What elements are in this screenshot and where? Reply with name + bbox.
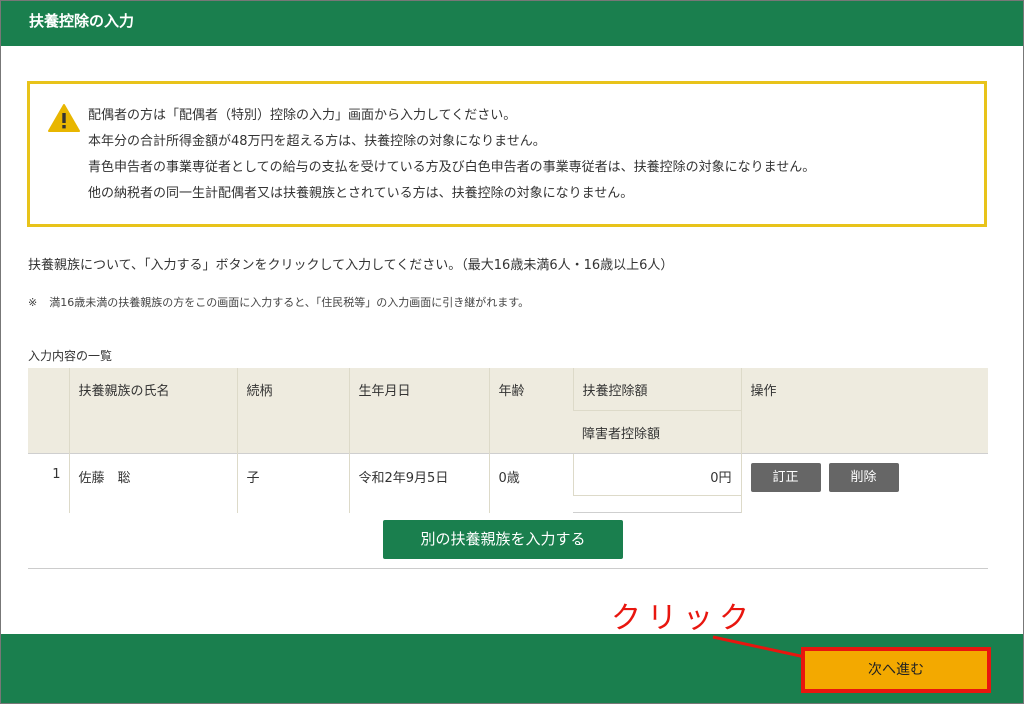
- warning-line: 青色申告者の事業専従者としての給与の支払を受けている方及び白色申告者の事業専従者…: [88, 160, 816, 175]
- page-frame: 扶養控除の入力 配偶者の方は「配偶者（特別）控除の入力」画面から入力してください…: [0, 0, 1024, 704]
- header-deduction: 扶養控除額: [572, 368, 741, 411]
- row-birth: 令和2年9月5日: [348, 453, 489, 513]
- header-disability: 障害者控除額: [573, 410, 741, 454]
- note-text: ※ 満16歳未満の扶養親族の方をこの画面に入力すると、「住民税等」の入力画面に引き…: [28, 294, 529, 310]
- row-name: 佐藤 聡: [68, 453, 237, 513]
- page-title: 扶養控除の入力: [29, 12, 135, 30]
- table-row: 1 佐藤 聡 子 令和2年9月5日 0歳 0円 訂正 削除: [28, 453, 988, 513]
- delete-button[interactable]: 削除: [828, 463, 899, 492]
- header-name: 扶養親族の氏名: [68, 368, 237, 454]
- instruction-text: 扶養親族について、「入力する」ボタンをクリックして入力してください。（最大16歳…: [28, 258, 674, 273]
- header-no: [28, 368, 69, 454]
- warning-line: 本年分の合計所得金額が48万円を超える方は、扶養控除の対象になりません。: [88, 134, 546, 149]
- row-deduction: 0円: [572, 453, 741, 496]
- header-relation: 続柄: [236, 368, 349, 454]
- header-ops: 操作: [740, 368, 988, 454]
- add-dependent-button[interactable]: 別の扶養親族を入力する: [383, 520, 623, 559]
- note-mark: ※: [28, 296, 38, 309]
- warning-text: 配偶者の方は「配偶者（特別）控除の入力」画面から入力してください。 本年分の合計…: [88, 103, 815, 207]
- warning-icon: [48, 104, 80, 132]
- header-age: 年齢: [488, 368, 573, 454]
- row-no: 1: [28, 453, 69, 513]
- warning-line: 配偶者の方は「配偶者（特別）控除の入力」画面から入力してください。: [88, 108, 517, 123]
- row-disability: [573, 495, 741, 513]
- warning-box: 配偶者の方は「配偶者（特別）控除の入力」画面から入力してください。 本年分の合計…: [27, 81, 987, 227]
- row-ops: 訂正 削除: [740, 453, 988, 513]
- note-body: 満16歳未満の扶養親族の方をこの画面に入力すると、「住民税等」の入力画面に引き継…: [49, 296, 530, 309]
- edit-button[interactable]: 訂正: [750, 463, 821, 492]
- row-relation: 子: [236, 453, 349, 513]
- warning-line: 他の納税者の同一生計配偶者又は扶養親族とされている方は、扶養控除の対象になりませ…: [88, 186, 634, 201]
- next-button[interactable]: 次へ進む: [801, 647, 991, 693]
- header-birth: 生年月日: [348, 368, 489, 454]
- row-age: 0歳: [488, 453, 573, 513]
- divider: [28, 568, 988, 569]
- dependents-table: 扶養親族の氏名 続柄 生年月日 年齢 扶養控除額 操作 障害者控除額 1 佐藤 …: [28, 368, 988, 513]
- page-header: 扶養控除の入力: [1, 1, 1023, 46]
- list-caption: 入力内容の一覧: [28, 349, 113, 363]
